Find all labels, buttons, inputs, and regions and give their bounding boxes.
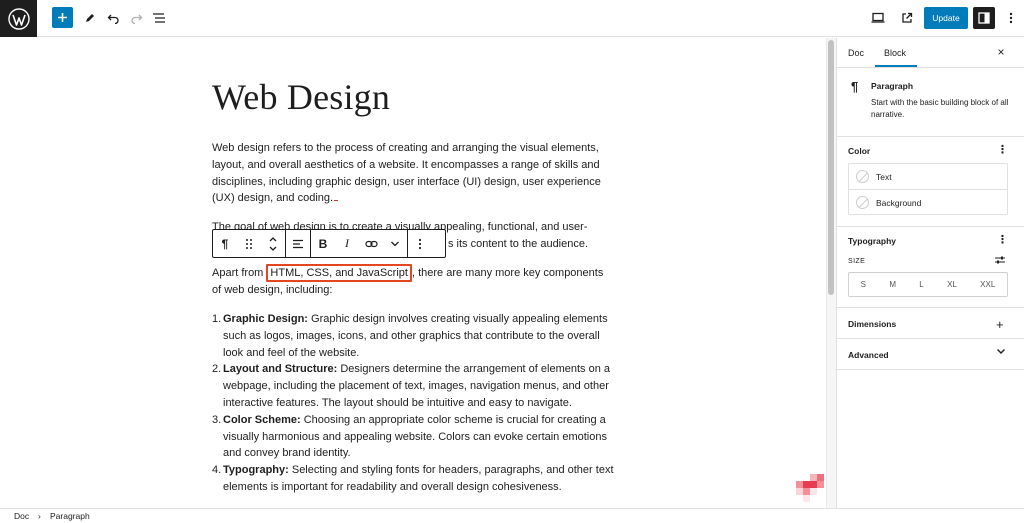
list-term: Typography: <box>223 464 289 477</box>
block-toolbar: ¶ B I <box>212 229 446 258</box>
paragraph-text: s its content to the audience. <box>448 237 589 250</box>
breadcrumb-paragraph[interactable]: Paragraph <box>50 511 90 521</box>
list-number: 4. <box>212 464 222 477</box>
size-option-l[interactable]: L <box>919 280 923 289</box>
move-up-down-button[interactable] <box>261 230 285 257</box>
list-term: Graphic Design: <box>223 313 308 325</box>
block-card: ¶ Paragraph Start with the basic buildin… <box>837 69 1024 137</box>
text-color-option[interactable]: Text <box>849 164 1007 190</box>
italic-button[interactable]: I <box>335 230 359 257</box>
size-option-xl[interactable]: XL <box>947 280 957 289</box>
typography-options-button[interactable]: ⋮ <box>997 233 1008 246</box>
post-title[interactable]: Web Design <box>212 76 390 118</box>
active-tab-indicator <box>875 65 917 67</box>
color-swatch-icon <box>856 196 869 209</box>
block-options-button[interactable] <box>408 230 432 257</box>
breadcrumb-doc[interactable]: Doc <box>14 511 29 521</box>
block-breadcrumb: Doc › Paragraph <box>0 508 1024 523</box>
list-item[interactable]: 1. Graphic Design: Graphic design involv… <box>212 311 617 361</box>
pencil-icon <box>86 14 94 22</box>
close-icon: × <box>997 45 1005 59</box>
link-icon <box>364 240 378 247</box>
paragraph-block[interactable]: Web design refers to the process of crea… <box>212 140 612 207</box>
size-option-xxl[interactable]: XXL <box>980 280 995 289</box>
typography-panel-title: Typography <box>848 236 897 246</box>
add-block-button[interactable] <box>52 7 73 28</box>
plus-icon <box>58 13 67 22</box>
advanced-panel-title: Advanced <box>848 350 889 360</box>
more-formatting-button[interactable] <box>383 230 407 257</box>
plus-icon[interactable]: + <box>996 317 1004 332</box>
paragraph-icon: ¶ <box>851 79 859 94</box>
chevron-down-icon <box>391 241 399 246</box>
font-size-picker: S M L XL XXL <box>848 272 1008 297</box>
size-option-s[interactable]: S <box>861 280 866 289</box>
font-size-label: SIZE <box>848 258 866 265</box>
selected-paragraph-block[interactable]: Apart from HTML, CSS, and JavaScript, th… <box>212 264 612 299</box>
list-block[interactable]: 1. Graphic Design: Graphic design involv… <box>212 311 617 496</box>
advanced-panel[interactable]: Advanced <box>837 340 1024 370</box>
breadcrumb-separator: › <box>38 511 41 521</box>
settings-panel-icon <box>978 12 990 24</box>
list-item[interactable]: 4. Typography: Selecting and styling fon… <box>212 462 617 496</box>
color-panel-title: Color <box>848 146 871 156</box>
highlighted-text[interactable]: HTML, CSS, and JavaScript <box>266 264 412 282</box>
list-item[interactable]: 3. Color Scheme: Choosing an appropriate… <box>212 412 617 462</box>
list-number: 3. <box>212 413 222 426</box>
list-number: 1. <box>212 313 222 325</box>
list-item[interactable]: 2. Layout and Structure: Designers deter… <box>212 361 617 411</box>
paragraph-text: Apart from <box>212 267 267 279</box>
size-option-m[interactable]: M <box>889 280 896 289</box>
list-view-icon <box>153 13 165 23</box>
block-description: Start with the basic building block of a… <box>871 98 1009 119</box>
options-button[interactable] <box>1000 7 1022 29</box>
redo-button[interactable] <box>125 7 147 29</box>
kebab-menu-icon <box>418 238 422 249</box>
decorative-pixel-graphic <box>796 474 824 502</box>
link-button[interactable] <box>359 230 383 257</box>
color-swatch-icon <box>856 170 869 183</box>
dimensions-panel-title: Dimensions <box>848 319 897 329</box>
chevron-down-icon[interactable] <box>996 348 1006 355</box>
color-options-button[interactable]: ⋮ <box>997 143 1008 156</box>
tools-button[interactable] <box>79 7 101 29</box>
paragraph-text: Web design refers to the process of crea… <box>212 142 601 205</box>
undo-icon <box>107 14 119 24</box>
canvas-scrollbar-thumb[interactable] <box>828 40 834 295</box>
color-option-label: Background <box>876 198 922 208</box>
block-type-button[interactable]: ¶ <box>213 230 237 257</box>
chevron-up-down-icon <box>269 236 277 251</box>
preview-button[interactable] <box>867 7 889 29</box>
tab-doc[interactable]: Doc <box>848 48 864 58</box>
color-options-list: Text Background <box>848 163 1008 215</box>
drag-handle-icon <box>246 238 252 249</box>
tab-block[interactable]: Block <box>884 48 906 58</box>
color-option-label: Text <box>876 172 892 182</box>
list-term: Layout and Structure: <box>223 363 338 376</box>
settings-sidebar: Doc Block × ¶ Paragraph Start with the b… <box>836 38 1024 508</box>
redo-icon <box>130 14 142 24</box>
block-name: Paragraph <box>871 81 914 91</box>
undo-button[interactable] <box>102 7 124 29</box>
custom-size-sliders-icon[interactable] <box>994 255 1006 265</box>
bold-button[interactable]: B <box>311 230 335 257</box>
list-view-button[interactable] <box>148 7 170 29</box>
align-left-icon <box>293 239 303 248</box>
list-number: 2. <box>212 363 222 376</box>
close-sidebar-button[interactable]: × <box>994 45 1008 59</box>
drag-handle[interactable] <box>237 230 261 257</box>
sidebar-tabs: Doc Block × <box>837 38 1024 68</box>
external-link-icon <box>902 12 913 23</box>
align-button[interactable] <box>286 230 310 257</box>
update-button[interactable]: Update <box>924 7 968 29</box>
cursor-marker <box>334 199 339 202</box>
list-term: Color Scheme: <box>223 413 301 426</box>
background-color-option[interactable]: Background <box>849 190 1007 216</box>
settings-toggle-button[interactable] <box>973 7 995 29</box>
view-post-button[interactable] <box>896 7 918 29</box>
wordpress-logo-icon[interactable] <box>0 0 37 37</box>
desktop-preview-icon <box>871 12 885 23</box>
editor-header: Update <box>0 0 1024 37</box>
kebab-menu-icon <box>1009 12 1013 24</box>
